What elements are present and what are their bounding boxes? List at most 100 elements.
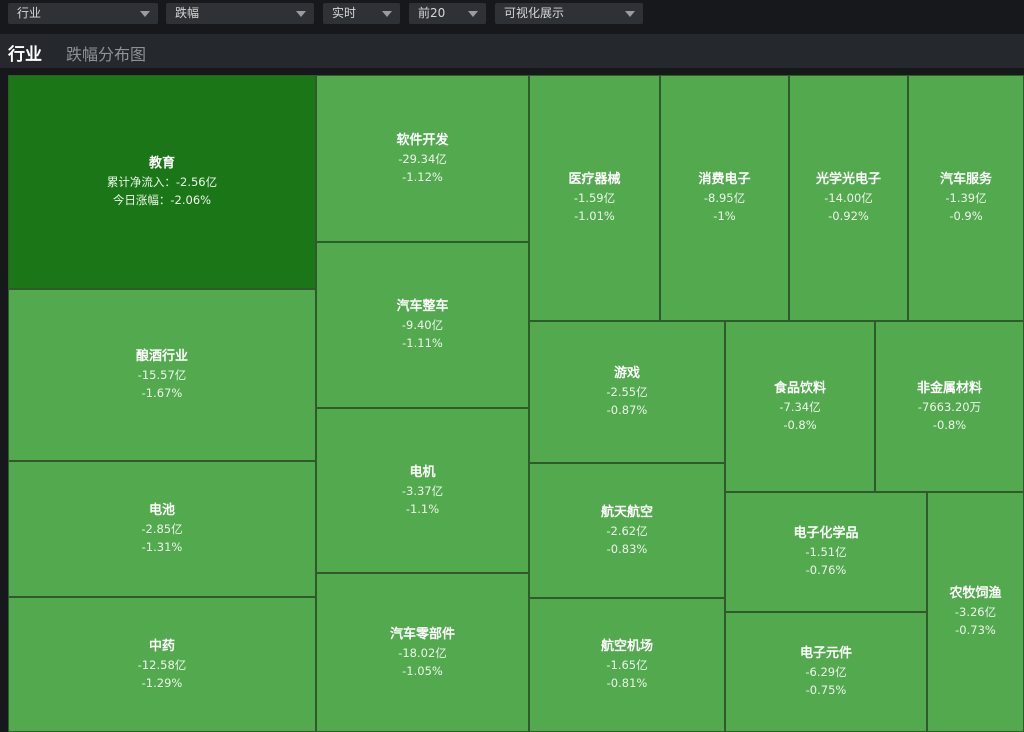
cell-net-inflow: -3.26亿 bbox=[954, 605, 997, 619]
treemap-cell-gaming[interactable]: 游戏 -2.55亿 -0.87% bbox=[529, 321, 725, 463]
cell-net-inflow: -8.95亿 bbox=[703, 191, 746, 205]
cell-name: 电子元件 bbox=[799, 646, 852, 661]
cell-name: 汽车零部件 bbox=[389, 626, 455, 642]
direction-select-value: 跌幅 bbox=[175, 6, 200, 20]
treemap-cell-education[interactable]: 教育 累计净流入：-2.56亿 今日涨幅：-2.06% bbox=[8, 75, 316, 289]
cell-net-inflow: -18.02亿 bbox=[398, 645, 447, 660]
cell-name: 电池 bbox=[148, 503, 175, 518]
cell-name: 汽车服务 bbox=[939, 172, 992, 187]
cell-net-inflow: -15.57亿 bbox=[137, 368, 187, 382]
chevron-down-icon bbox=[382, 11, 392, 17]
treemap-cell-nonmetal-materials[interactable]: 非金属材料 -7663.20万 -0.8% bbox=[875, 321, 1024, 492]
tab-decline-distribution[interactable]: 跌幅分布图 bbox=[66, 41, 146, 65]
treemap-cell-consumer-electronics[interactable]: 消费电子 -8.95亿 -1% bbox=[660, 75, 789, 321]
period-select-value: 实时 bbox=[332, 6, 357, 20]
treemap-cell-electronic-chemicals[interactable]: 电子化学品 -1.51亿 -0.76% bbox=[725, 492, 927, 612]
direction-select[interactable]: 跌幅 bbox=[166, 3, 314, 24]
cell-name: 食品饮料 bbox=[773, 380, 826, 396]
cell-name: 航天航空 bbox=[600, 504, 653, 520]
cell-change: -0.75% bbox=[805, 683, 847, 697]
treemap-cell-battery[interactable]: 电池 -2.85亿 -1.31% bbox=[8, 461, 316, 597]
cell-name: 光学光电子 bbox=[815, 172, 881, 187]
cell-name: 消费电子 bbox=[698, 172, 751, 187]
tab-industry[interactable]: 行业 bbox=[8, 40, 42, 65]
cell-name: 汽车整车 bbox=[396, 299, 449, 314]
treemap-cell-tcm[interactable]: 中药 -12.58亿 -1.29% bbox=[8, 597, 316, 732]
cell-net-inflow: -1.51亿 bbox=[805, 545, 847, 559]
chevron-down-icon bbox=[625, 11, 635, 17]
treemap-cell-optoelectronics[interactable]: 光学光电子 -14.00亿 -0.92% bbox=[789, 75, 908, 321]
cell-change: -0.92% bbox=[828, 209, 869, 223]
cell-name: 游戏 bbox=[613, 366, 640, 381]
cell-net-inflow: -12.58亿 bbox=[137, 657, 187, 672]
chevron-down-icon bbox=[140, 11, 150, 17]
cell-name: 教育 bbox=[148, 156, 175, 171]
treemap-cell-aerospace[interactable]: 航天航空 -2.62亿 -0.83% bbox=[529, 463, 725, 598]
cell-name: 软件开发 bbox=[396, 132, 449, 148]
cell-net-inflow: -2.85亿 bbox=[141, 522, 183, 536]
display-mode-select-value: 可视化展示 bbox=[504, 6, 565, 20]
cell-net-inflow: -29.34亿 bbox=[398, 151, 447, 166]
cell-name: 非金属材料 bbox=[916, 380, 982, 396]
treemap-cell-food-beverage[interactable]: 食品饮料 -7.34亿 -0.8% bbox=[725, 321, 875, 492]
treemap-cell-auto-services[interactable]: 汽车服务 -1.39亿 -0.9% bbox=[908, 75, 1024, 321]
cell-net-inflow: -1.65亿 bbox=[606, 658, 648, 672]
cell-change: -0.9% bbox=[949, 209, 983, 223]
cell-net-inflow: -3.37亿 bbox=[401, 483, 444, 498]
cell-net-inflow: -2.62亿 bbox=[606, 523, 648, 538]
cell-name: 医疗器械 bbox=[568, 172, 621, 187]
cell-change: -1.67% bbox=[141, 386, 183, 400]
cell-change: -0.73% bbox=[955, 623, 996, 637]
cell-change: -1.1% bbox=[405, 501, 440, 516]
cell-name: 中药 bbox=[148, 638, 175, 654]
cell-change: -0.81% bbox=[606, 676, 648, 690]
cell-change: -0.87% bbox=[606, 403, 648, 417]
cell-name: 农牧饲渔 bbox=[949, 586, 1002, 601]
cell-net-inflow: -9.40亿 bbox=[401, 318, 444, 332]
cell-net-inflow: -14.00亿 bbox=[824, 191, 873, 205]
treemap-chart: 教育 累计净流入：-2.56亿 今日涨幅：-2.06% 酿酒行业 -15.57亿… bbox=[8, 75, 1024, 732]
treemap-cell-agriculture[interactable]: 农牧饲渔 -3.26亿 -0.73% bbox=[927, 492, 1024, 732]
cell-change: -1.29% bbox=[141, 675, 183, 690]
treemap-cell-auto-parts[interactable]: 汽车零部件 -18.02亿 -1.05% bbox=[316, 573, 529, 732]
cell-change: -0.76% bbox=[805, 563, 847, 577]
cell-change: -1.11% bbox=[402, 336, 443, 350]
cell-change: -1.12% bbox=[402, 169, 443, 184]
chevron-down-icon bbox=[468, 11, 478, 17]
filter-bar: 行业 跌幅 实时 前20 可视化展示 bbox=[0, 0, 1024, 28]
treemap-cell-electronic-components[interactable]: 电子元件 -6.29亿 -0.75% bbox=[725, 612, 927, 732]
cell-net-inflow: -1.59亿 bbox=[573, 191, 616, 205]
cell-change: -1.01% bbox=[574, 209, 615, 223]
cell-change: -1.31% bbox=[141, 540, 183, 554]
top-n-select-value: 前20 bbox=[418, 6, 446, 20]
cell-name: 电子化学品 bbox=[793, 526, 859, 541]
cell-net-inflow: -7.34亿 bbox=[779, 399, 821, 414]
industry-select-value: 行业 bbox=[17, 6, 42, 20]
treemap-cell-software[interactable]: 软件开发 -29.34亿 -1.12% bbox=[316, 75, 529, 242]
cell-name: 电机 bbox=[409, 464, 436, 480]
cell-name: 航空机场 bbox=[600, 639, 653, 654]
panel-header: 行业 跌幅分布图 bbox=[0, 34, 1024, 68]
period-select[interactable]: 实时 bbox=[323, 3, 400, 24]
industry-select[interactable]: 行业 bbox=[8, 3, 158, 24]
treemap-cell-airports[interactable]: 航空机场 -1.65亿 -0.81% bbox=[529, 598, 725, 732]
cell-net-inflow: 累计净流入：-2.56亿 bbox=[106, 175, 218, 189]
cell-change: -0.8% bbox=[783, 417, 817, 432]
cell-net-inflow: -7663.20万 bbox=[917, 399, 982, 414]
cell-net-inflow: -1.39亿 bbox=[945, 191, 987, 205]
cell-net-inflow: -6.29亿 bbox=[805, 665, 847, 679]
cell-change: -0.83% bbox=[606, 541, 648, 556]
display-mode-select[interactable]: 可视化展示 bbox=[495, 3, 643, 24]
treemap-cell-medical-devices[interactable]: 医疗器械 -1.59亿 -1.01% bbox=[529, 75, 660, 321]
cell-name: 酿酒行业 bbox=[135, 349, 188, 364]
top-n-select[interactable]: 前20 bbox=[409, 3, 486, 24]
treemap-cell-auto-vehicles[interactable]: 汽车整车 -9.40亿 -1.11% bbox=[316, 242, 529, 408]
cell-change: -1% bbox=[713, 209, 736, 223]
cell-change: -0.8% bbox=[932, 417, 967, 432]
chevron-down-icon bbox=[296, 11, 306, 17]
cell-net-inflow: -2.55亿 bbox=[606, 385, 648, 399]
treemap-cell-motors[interactable]: 电机 -3.37亿 -1.1% bbox=[316, 408, 529, 573]
cell-change: 今日涨幅：-2.06% bbox=[112, 193, 212, 207]
cell-change: -1.05% bbox=[402, 663, 443, 678]
treemap-cell-liquor[interactable]: 酿酒行业 -15.57亿 -1.67% bbox=[8, 289, 316, 461]
